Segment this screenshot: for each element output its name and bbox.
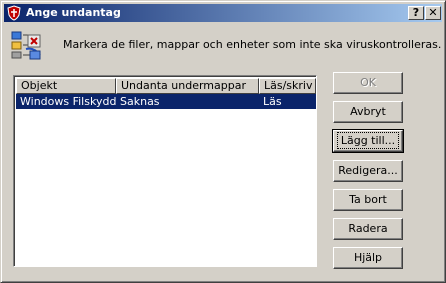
cell-object: Windows Filskydd	[20, 95, 117, 108]
instruction-text: Markera de filer, mappar och enheter som…	[63, 38, 442, 51]
column-header-object[interactable]: Objekt	[16, 78, 116, 94]
remove-button-label: Ta bort	[349, 193, 387, 206]
add-button-label: Lägg till...	[336, 132, 400, 149]
list-item[interactable]: Windows Filskydd Saknas Läs	[16, 94, 316, 109]
remove-button[interactable]: Ta bort	[333, 189, 403, 211]
title-close-button[interactable]: ✕	[425, 6, 441, 20]
shield-icon	[7, 5, 21, 21]
dialog-window: Ange undantag ? ✕ Markera de filer, mapp…	[0, 0, 446, 283]
help-button[interactable]: Hjälp	[333, 247, 403, 269]
ok-button[interactable]: OK	[333, 72, 403, 94]
clear-button[interactable]: Radera	[333, 218, 403, 240]
ok-button-label: OK	[360, 76, 376, 89]
title-bar[interactable]: Ange undantag ? ✕	[4, 4, 442, 22]
column-headers: Objekt Undanta undermappar Läs/skriv	[16, 78, 316, 94]
exclusion-icon	[11, 31, 41, 60]
window-title: Ange undantag	[26, 6, 121, 19]
cancel-button-label: Avbryt	[350, 105, 386, 118]
edit-button-label: Redigera...	[338, 164, 398, 177]
clear-button-label: Radera	[348, 222, 388, 235]
help-button-label: Hjälp	[353, 251, 383, 264]
cell-subfolders: Saknas	[120, 95, 160, 108]
column-header-access[interactable]: Läs/skriv	[259, 78, 316, 94]
exclusion-list[interactable]: Objekt Undanta undermappar Läs/skriv Win…	[13, 75, 317, 267]
edit-button[interactable]: Redigera...	[333, 160, 403, 182]
cell-access: Läs	[263, 95, 282, 108]
title-help-button[interactable]: ?	[408, 6, 424, 20]
column-header-subfolders[interactable]: Undanta undermappar	[116, 78, 259, 94]
cancel-button[interactable]: Avbryt	[333, 101, 403, 123]
add-button[interactable]: Lägg till...	[332, 129, 404, 153]
